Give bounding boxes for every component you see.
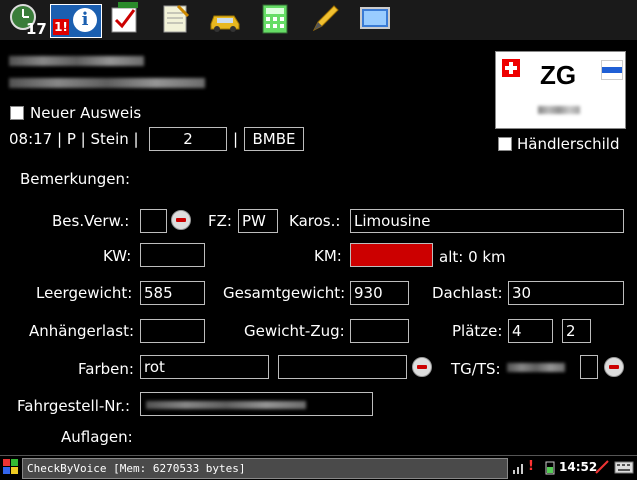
fahrgestell-value-redacted — [146, 401, 306, 409]
battery-icon[interactable] — [544, 460, 556, 475]
bes-verw-label: Bes.Verw.: — [52, 212, 130, 230]
windows-start-icon[interactable] — [3, 459, 19, 475]
gesamtgewicht-label: Gesamtgewicht: — [223, 284, 346, 302]
pencil-icon[interactable] — [308, 2, 342, 36]
checklist-icon[interactable] — [108, 2, 142, 36]
active-app-button[interactable]: CheckByVoice [Mem: 6270533 bytes] — [22, 458, 508, 479]
gewicht-zug-label: Gewicht-Zug: — [244, 322, 345, 340]
leergewicht-field[interactable]: 585 — [140, 281, 205, 305]
code-field[interactable]: BMBE — [244, 127, 304, 151]
taskbar: CheckByVoice [Mem: 6270533 bytes] ! 14:5… — [0, 455, 637, 480]
dachlast-label: Dachlast: — [432, 284, 503, 302]
info-button[interactable]: 1! i — [50, 4, 102, 38]
zug-flag-icon — [601, 60, 623, 80]
info-icon: i — [73, 8, 97, 32]
kw-label: KW: — [103, 247, 132, 265]
fahrgestell-field[interactable] — [140, 392, 373, 416]
notepad-icon[interactable] — [158, 2, 192, 36]
calculator-icon[interactable] — [258, 2, 292, 36]
auflagen-label: Auflagen: — [61, 428, 133, 446]
km-old-value: alt: 0 km — [439, 248, 506, 266]
anhaengerlast-field[interactable] — [140, 319, 205, 343]
separator: | — [233, 130, 239, 148]
remove-bes-verw-button[interactable] — [171, 210, 191, 230]
clock: 14:52 — [559, 460, 598, 474]
plate-number-redacted — [538, 106, 580, 114]
kw-field[interactable] — [140, 243, 205, 267]
dachlast-field[interactable]: 30 — [508, 281, 624, 305]
leergewicht-label: Leergewicht: — [36, 284, 133, 302]
swiss-flag-icon — [502, 59, 520, 77]
signal-icon[interactable] — [512, 460, 526, 474]
farben-field-1[interactable]: rot — [140, 355, 269, 379]
farben-field-2[interactable] — [278, 355, 407, 379]
fz-field[interactable]: PW — [238, 209, 278, 233]
fahrgestell-label: Fahrgestell-Nr.: — [17, 397, 131, 415]
screen-icon[interactable] — [358, 2, 392, 36]
tgts-field[interactable] — [580, 355, 598, 379]
count-field[interactable]: 2 — [149, 127, 227, 151]
dealer-plate-label: Händlerschild — [517, 135, 620, 153]
new-id-checkbox[interactable] — [10, 106, 24, 120]
car-icon[interactable] — [208, 2, 242, 36]
farben-label: Farben: — [78, 360, 134, 378]
plate-canton: ZG — [540, 60, 577, 90]
remove-farbe-button[interactable] — [412, 357, 432, 377]
anhaengerlast-label: Anhängerlast: — [29, 322, 134, 340]
km-label: KM: — [314, 247, 342, 265]
pen-icon[interactable] — [594, 459, 610, 475]
license-plate: ZG — [495, 51, 626, 129]
owner-address-redacted — [9, 78, 205, 88]
tgts-label: TG/TS: — [451, 360, 501, 378]
owner-name-redacted — [9, 56, 144, 66]
plaetze-field-1[interactable]: 4 — [508, 319, 553, 343]
top-toolbar: 17 1! i — [0, 0, 637, 40]
karos-label: Karos.: — [289, 212, 341, 230]
status-line: 08:17 | P | Stein | — [9, 130, 139, 148]
km-field[interactable] — [350, 243, 433, 267]
alert-icon[interactable]: ! — [528, 459, 544, 475]
remarks-label: Bemerkungen: — [20, 170, 131, 188]
tgts-value-redacted — [507, 363, 565, 372]
calendar-day: 17 — [26, 20, 47, 38]
karos-field[interactable]: Limousine — [350, 209, 624, 233]
app-title: CheckByVoice [Mem: 6270533 bytes] — [27, 462, 246, 475]
new-id-label: Neuer Ausweis — [30, 104, 142, 122]
bes-verw-field[interactable] — [140, 209, 167, 233]
fz-label: FZ: — [208, 212, 232, 230]
remove-tgts-button[interactable] — [604, 357, 624, 377]
plaetze-label: Plätze: — [452, 322, 503, 340]
plaetze-field-2[interactable]: 2 — [562, 319, 591, 343]
gewicht-zug-field[interactable] — [350, 319, 409, 343]
gesamtgewicht-field[interactable]: 930 — [350, 281, 409, 305]
keyboard-icon[interactable] — [614, 459, 634, 475]
dealer-plate-checkbox[interactable] — [498, 137, 512, 151]
alert-badge: 1! — [53, 19, 69, 35]
